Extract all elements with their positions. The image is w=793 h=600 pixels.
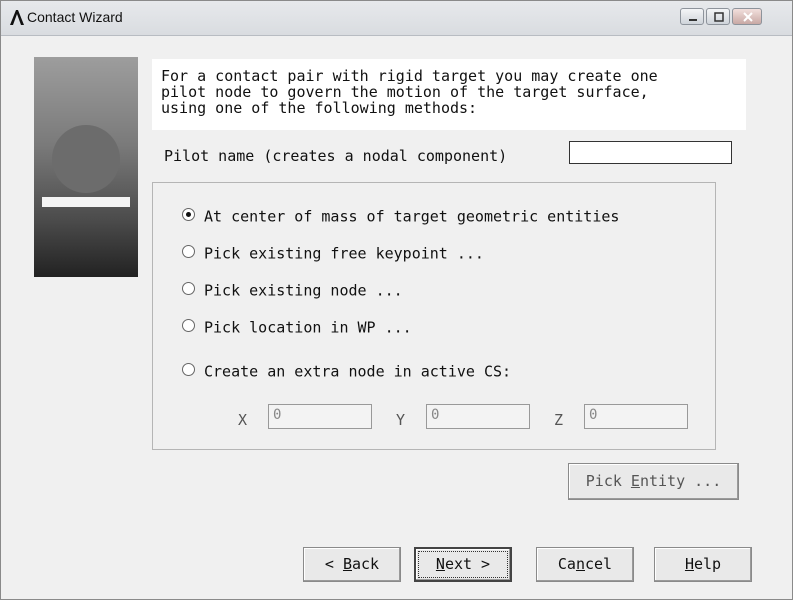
radio-location-in-wp[interactable]: Pick location in WP ... (182, 318, 412, 338)
radio-label: Pick existing free keypoint ... (204, 244, 484, 263)
radio-button[interactable] (182, 245, 195, 258)
y-coord-input[interactable]: 0 (426, 404, 530, 429)
pilot-name-label: Pilot name (creates a nodal component) (164, 147, 508, 165)
radio-label: Create an extra node in active CS: (204, 362, 512, 381)
minimize-icon (689, 19, 697, 21)
banner-circle (52, 125, 120, 193)
radio-extra-node[interactable]: Create an extra node in active CS: (182, 362, 511, 382)
radio-label: Pick location in WP ... (204, 318, 412, 337)
radio-existing-node[interactable]: Pick existing node ... (182, 281, 403, 301)
y-coord-label: Y (396, 411, 406, 429)
cancel-button[interactable]: Cancel (536, 547, 634, 582)
z-coord-label: Z (554, 411, 564, 429)
pilot-name-input[interactable] (569, 141, 732, 164)
ansys-logo-icon (10, 10, 24, 25)
maximize-icon (714, 12, 724, 22)
pick-entity-button[interactable]: Pick Entity ... (568, 463, 739, 500)
minimize-button[interactable] (680, 8, 704, 25)
back-button[interactable]: < Back (303, 547, 401, 582)
banner-bar (42, 197, 130, 207)
radio-button-selected[interactable] (182, 208, 195, 221)
radio-center-of-mass[interactable]: At center of mass of target geometric en… (182, 207, 619, 227)
x-coord-input[interactable]: 0 (268, 404, 372, 429)
z-coord-input[interactable]: 0 (584, 404, 688, 429)
wizard-banner-image (34, 57, 138, 277)
radio-label: Pick existing node ... (204, 281, 403, 300)
radio-button[interactable] (182, 319, 195, 332)
close-button[interactable] (732, 8, 762, 25)
window-title: Contact Wizard (27, 9, 123, 25)
radio-button[interactable] (182, 363, 195, 376)
help-button[interactable]: Help (654, 547, 752, 582)
radio-button[interactable] (182, 282, 195, 295)
contact-wizard-window: Contact Wizard For a contact pair with r… (0, 0, 793, 600)
close-icon (743, 12, 753, 22)
x-coord-label: X (238, 411, 248, 429)
title-bar[interactable]: Contact Wizard (1, 1, 792, 36)
next-button[interactable]: Next > (414, 547, 512, 582)
radio-free-keypoint[interactable]: Pick existing free keypoint ... (182, 244, 484, 264)
radio-label: At center of mass of target geometric en… (204, 207, 620, 226)
intro-text: For a contact pair with rigid target you… (152, 59, 746, 130)
maximize-button[interactable] (706, 8, 730, 25)
